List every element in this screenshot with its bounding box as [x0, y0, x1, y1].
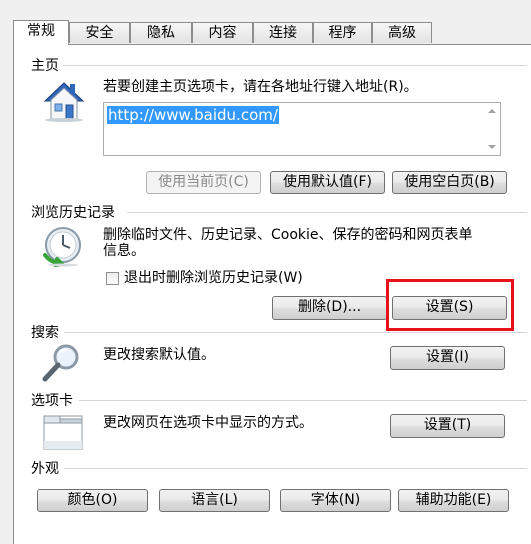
appearance-section-title: 外观 — [31, 458, 63, 478]
history-description-line2: 信息。 — [103, 243, 145, 259]
tab-content[interactable]: 内容 — [192, 22, 253, 43]
history-settings-button[interactable]: 设置(S) — [392, 296, 507, 320]
tab-label: 隐私 — [147, 25, 175, 41]
tabbed-window-icon — [43, 415, 83, 450]
use-default-button[interactable]: 使用默认值(F) — [270, 171, 385, 194]
tab-general[interactable]: 常规 — [13, 20, 69, 45]
languages-button[interactable]: 语言(L) — [159, 489, 270, 512]
homepage-section-title: 主页 — [31, 55, 63, 75]
tab-security[interactable]: 安全 — [69, 22, 130, 43]
section-divider — [127, 212, 527, 213]
use-current-button[interactable]: 使用当前页(C) — [146, 171, 261, 194]
homepage-instruction: 若要创建主页选项卡，请在各地址行键入地址(R)。 — [103, 79, 418, 95]
tab-label: 连接 — [269, 25, 297, 41]
fonts-button[interactable]: 字体(N) — [280, 489, 391, 512]
colors-button[interactable]: 颜色(O) — [37, 489, 148, 512]
tab-label: 高级 — [388, 25, 416, 41]
tab-label: 常规 — [27, 23, 55, 39]
homepage-url-textarea[interactable]: http://www.baidu.com/ — [103, 102, 501, 156]
history-section-title: 浏览历史记录 — [31, 202, 119, 222]
delete-history-button[interactable]: 删除(D)... — [272, 296, 387, 320]
tab-programs[interactable]: 程序 — [313, 22, 372, 43]
tab-label: 安全 — [85, 25, 114, 41]
tabs-settings-button[interactable]: 设置(T) — [390, 414, 505, 438]
search-section-title: 搜索 — [31, 322, 63, 342]
use-blank-button[interactable]: 使用空白页(B) — [392, 171, 507, 194]
history-description-line1: 删除临时文件、历史记录、Cookie、保存的密码和网页表单 — [103, 227, 473, 243]
home-icon — [43, 82, 85, 122]
tab-advanced[interactable]: 高级 — [372, 22, 432, 43]
section-divider — [64, 332, 527, 333]
section-divider — [79, 400, 527, 401]
textarea-scrollbar[interactable] — [483, 103, 500, 155]
scroll-down-icon[interactable] — [488, 145, 496, 149]
search-settings-button[interactable]: 设置(I) — [390, 346, 505, 370]
history-clock-icon — [43, 227, 81, 267]
tab-privacy[interactable]: 隐私 — [130, 22, 192, 43]
accessibility-button[interactable]: 辅助功能(E) — [398, 489, 509, 512]
search-description: 更改搜索默认值。 — [103, 347, 215, 363]
section-divider — [57, 65, 527, 66]
tab-connections[interactable]: 连接 — [253, 22, 313, 43]
tab-strip: 常规 安全 隐私 内容 连接 程序 高级 — [13, 20, 531, 45]
tabs-section-title: 选项卡 — [31, 390, 77, 410]
tab-label: 程序 — [328, 25, 357, 41]
tabs-description: 更改网页在选项卡中显示的方式。 — [103, 415, 313, 431]
delete-history-on-exit-checkbox[interactable] — [106, 272, 119, 285]
delete-history-on-exit-label[interactable]: 退出时删除浏览历史记录(W) — [124, 270, 303, 287]
homepage-url-value: http://www.baidu.com/ — [107, 106, 279, 124]
general-tab-panel: 主页 若要创建主页选项卡，请在各地址行键入地址(R)。 http://www.b… — [13, 44, 531, 544]
scroll-up-icon[interactable] — [488, 109, 496, 113]
search-icon — [42, 344, 79, 382]
tab-label: 内容 — [208, 25, 237, 41]
section-divider — [64, 468, 527, 469]
